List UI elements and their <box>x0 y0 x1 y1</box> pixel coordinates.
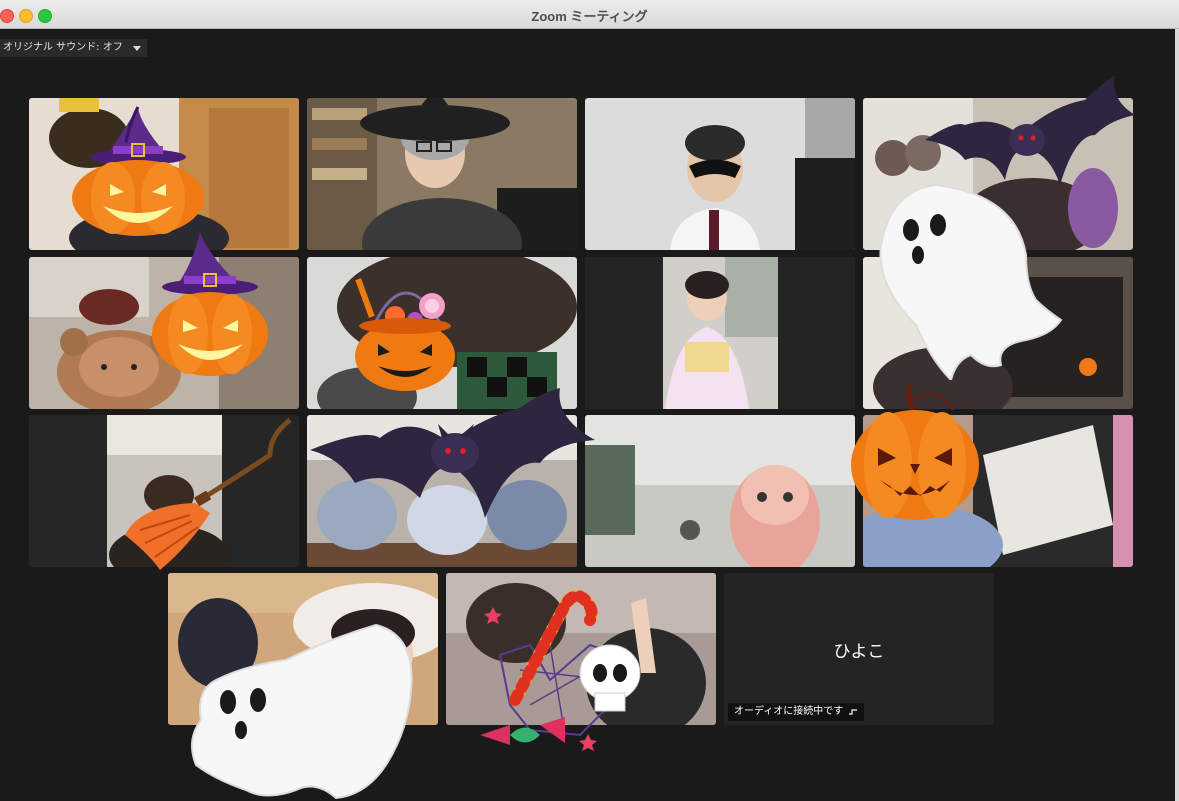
video-feed <box>29 98 299 250</box>
participant-video-14[interactable] <box>446 573 716 725</box>
chevron-down-icon <box>132 45 141 51</box>
video-feed <box>446 573 716 725</box>
audio-status-badge: オーディオに接続中です <box>728 703 865 721</box>
connecting-icon <box>849 709 858 715</box>
participant-video-5[interactable] <box>29 257 299 409</box>
audio-status-text: オーディオに接続中です <box>734 706 844 717</box>
participant-video-2[interactable] <box>307 98 577 250</box>
participant-video-11[interactable] <box>585 415 855 567</box>
video-feed <box>307 98 577 250</box>
window-title-bar: Zoom ミーティング <box>0 0 1179 29</box>
participant-video-12[interactable] <box>863 415 1133 567</box>
participant-video-6[interactable] <box>307 257 577 409</box>
video-feed <box>168 573 438 725</box>
video-feed <box>585 257 855 409</box>
participant-video-1[interactable] <box>29 98 299 250</box>
original-sound-toggle[interactable]: オリジナル サウンド: オフ <box>0 39 147 57</box>
video-feed <box>863 415 1133 567</box>
video-feed <box>29 257 299 409</box>
participant-name: ひよこ <box>833 642 885 662</box>
participant-tile-name-only[interactable]: ひよこ オーディオに接続中です <box>724 573 994 725</box>
video-feed <box>585 98 855 250</box>
participant-video-4[interactable] <box>863 98 1133 250</box>
window-title: Zoom ミーティング <box>531 9 648 24</box>
video-feed <box>863 98 1133 250</box>
window-edge <box>1175 29 1179 801</box>
original-sound-label: オリジナル サウンド: オフ <box>3 42 123 53</box>
video-feed <box>863 257 1133 409</box>
participant-video-9[interactable] <box>29 415 299 567</box>
video-feed <box>307 257 577 409</box>
video-feed <box>29 415 299 567</box>
participant-video-8[interactable] <box>863 257 1133 409</box>
participant-video-13[interactable] <box>168 573 438 725</box>
participant-video-7[interactable] <box>585 257 855 409</box>
participant-video-3[interactable] <box>585 98 855 250</box>
video-feed <box>585 415 855 567</box>
video-feed <box>307 415 577 567</box>
participant-video-10[interactable] <box>307 415 577 567</box>
